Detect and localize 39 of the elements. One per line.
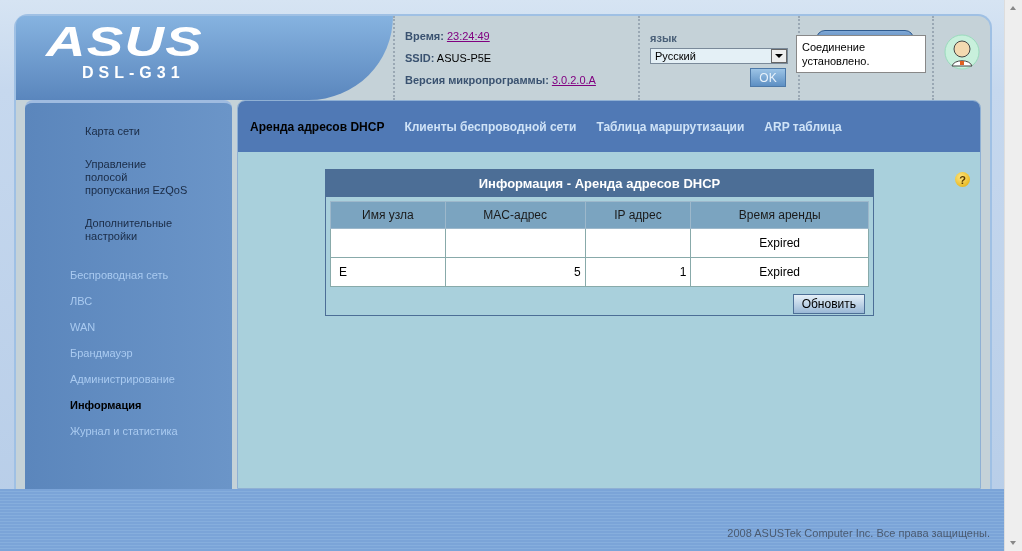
tab[interactable]: Таблица маршрутизации <box>596 119 745 134</box>
scrollbar[interactable] <box>1004 0 1022 551</box>
firmware-label: Версия микропрограммы: <box>405 74 549 86</box>
ok-button[interactable]: OK <box>750 68 786 87</box>
tab[interactable]: Клиенты беспроводной сети <box>404 119 577 134</box>
table-cell: 1 <box>585 257 691 287</box>
mascot-icon <box>944 34 980 70</box>
table-cell: 5 <box>445 257 586 287</box>
sidebar-item[interactable]: ЛВС <box>70 295 232 308</box>
firmware-link[interactable]: 3.0.2.0.A <box>551 74 596 86</box>
sidebar-item[interactable]: WAN <box>70 321 232 334</box>
table-cell: Expired <box>690 257 869 287</box>
column-header: Время аренды <box>690 201 869 229</box>
table-title: Информация - Аренда адресов DHCP <box>326 170 873 197</box>
sidebar-item[interactable]: Карта сети <box>85 125 190 138</box>
status-tooltip: Соединение установлено. <box>796 35 926 73</box>
tab[interactable]: ARP таблица <box>764 119 842 134</box>
ssid-value: ASUS-P5E <box>436 52 492 64</box>
time-link[interactable]: 23:24:49 <box>446 30 490 42</box>
table-cell: Expired <box>690 228 869 258</box>
help-icon[interactable]: ? <box>955 172 970 187</box>
sidebar-item[interactable]: Информация <box>70 399 232 412</box>
column-header: MAC-адрес <box>445 201 586 229</box>
sidebar-item[interactable]: Дополнительные настройки <box>85 217 190 243</box>
table-cell: E <box>330 257 446 287</box>
column-header: IP адрес <box>585 201 691 229</box>
language-label: язык <box>650 32 678 44</box>
sidebar-item[interactable]: Управление полосой пропускания EzQoS <box>85 158 190 197</box>
tab[interactable]: Аренда адресов DHCP <box>250 119 385 134</box>
refresh-button[interactable]: Обновить <box>792 294 865 314</box>
column-header: Имя узла <box>330 201 446 229</box>
ssid-label: SSID: <box>405 52 435 64</box>
model-name: DSL-G31 <box>82 64 185 82</box>
sidebar-item[interactable]: Беспроводная сеть <box>70 269 232 282</box>
sidebar-item[interactable]: Брандмауэр <box>70 347 232 360</box>
language-dropdown[interactable]: Русский <box>650 48 788 64</box>
copyright-text: 2008 ASUSTek Computer Inc. Все права защищены. <box>727 527 990 539</box>
logo: ASUS <box>46 20 203 64</box>
time-label: Время: <box>405 30 444 42</box>
